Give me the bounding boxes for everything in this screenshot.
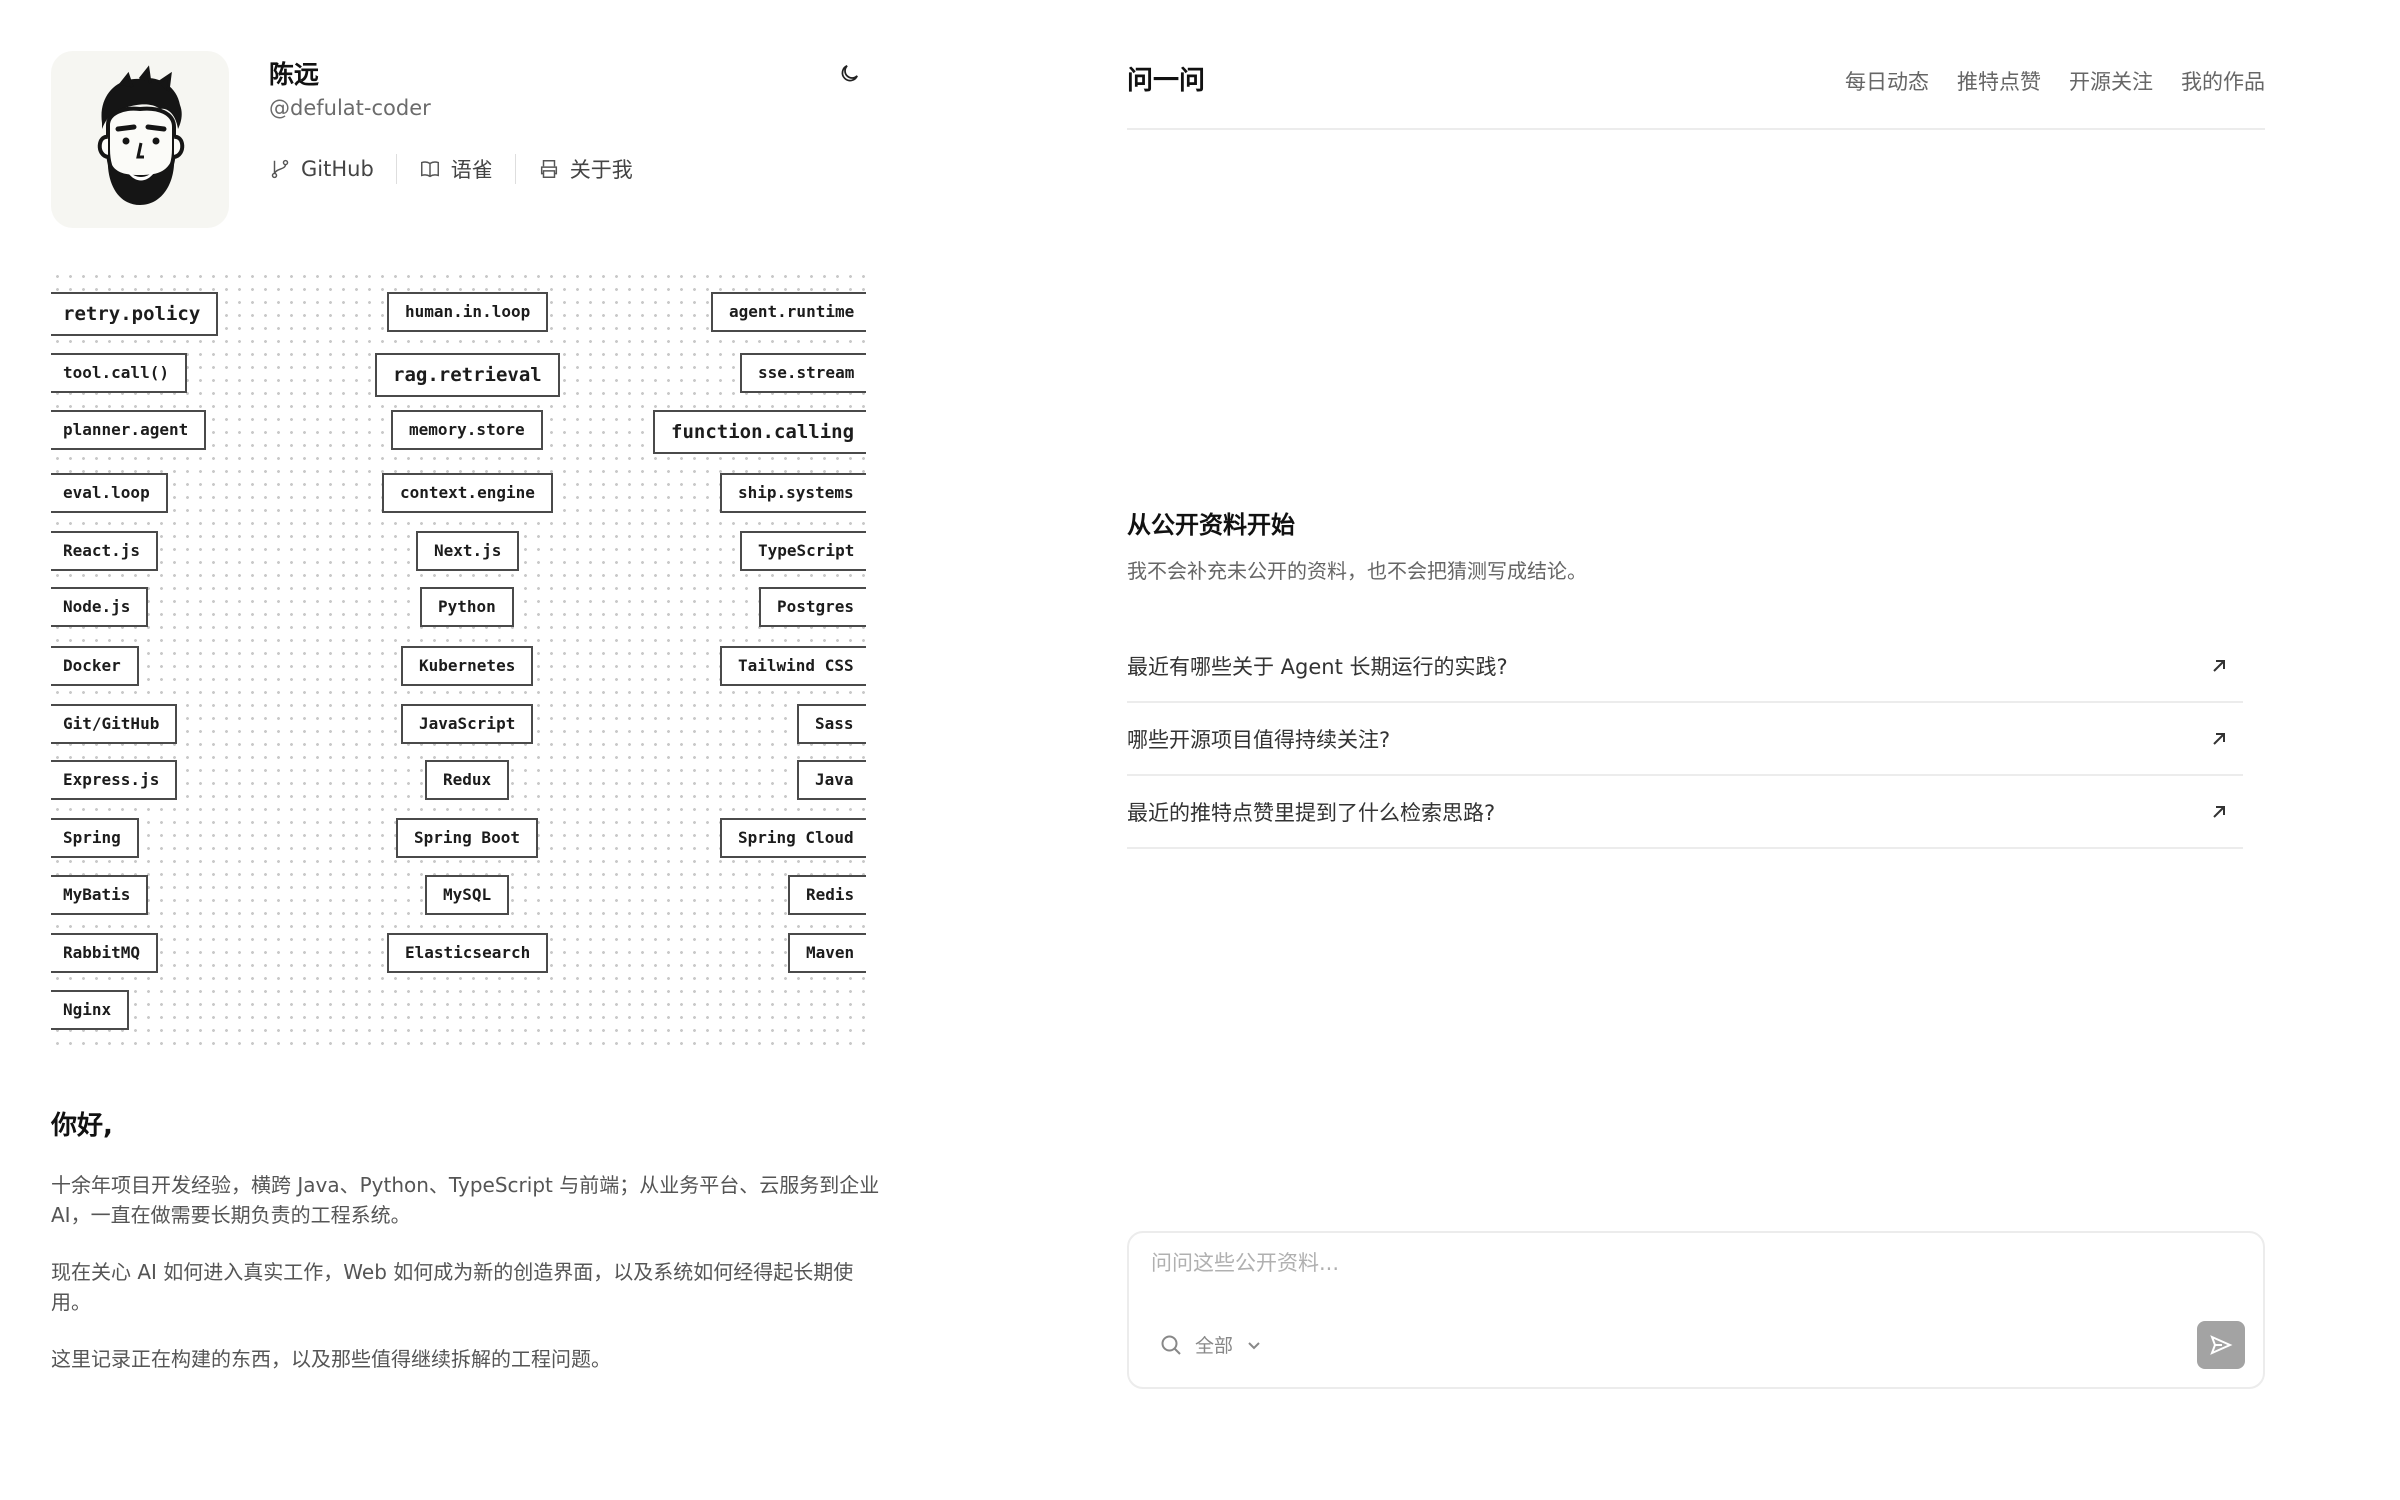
tech-tag: memory.store — [391, 410, 543, 450]
tech-tag: Docker — [51, 646, 139, 686]
tech-tag: Spring Cloud — [720, 818, 866, 858]
tech-tag: Elasticsearch — [387, 933, 549, 973]
tech-tag: Spring — [51, 818, 139, 858]
tech-tag: JavaScript — [401, 704, 534, 744]
tech-tag: Redux — [425, 760, 510, 800]
question-text: 最近的推特点赞里提到了什么检索思路? — [1127, 800, 1496, 825]
tech-tag: function.calling — [653, 410, 866, 454]
greeting: 你好, — [51, 1111, 113, 1141]
tech-tag: sse.stream — [740, 353, 866, 393]
tech-tag: Node.js — [51, 587, 149, 627]
avatar — [51, 51, 229, 228]
about-link-label: 关于我 — [569, 158, 633, 182]
question-text: 最近有哪些关于 Agent 长期运行的实践? — [1127, 654, 1508, 679]
tech-tag: Tailwind CSS — [720, 646, 866, 686]
profile-name: 陈远 — [269, 60, 320, 89]
link-divider — [514, 154, 516, 184]
tech-tag: rag.retrieval — [375, 353, 560, 397]
tech-tag: Git/GitHub — [51, 704, 178, 744]
tech-tag: Maven — [788, 933, 866, 973]
tech-tag: MySQL — [425, 875, 510, 915]
tech-tag: Sass — [797, 704, 866, 744]
page-title: 问一问 — [1127, 66, 1206, 96]
ask-input[interactable] — [1151, 1251, 2151, 1275]
tech-tag: Kubernetes — [401, 646, 534, 686]
profile-section: 陈远 @defulat-coder GitHub 语雀 关于我 — [51, 51, 871, 231]
tech-tag: Java — [797, 760, 866, 800]
tech-tag: tool.call() — [51, 353, 187, 393]
tech-tag: MyBatis — [51, 875, 149, 915]
tech-tag: retry.policy — [51, 292, 219, 336]
suggested-questions: 最近有哪些关于 Agent 长期运行的实践? 哪些开源项目值得持续关注? 最近的… — [1127, 630, 2243, 849]
ask-composer: 全部 — [1127, 1231, 2265, 1389]
about-link[interactable]: 关于我 — [538, 154, 633, 184]
scope-label: 全部 — [1195, 1335, 1234, 1357]
nav-daily[interactable]: 每日动态 — [1845, 66, 1929, 96]
send-button[interactable] — [2197, 1321, 2245, 1369]
profile-links: GitHub 语雀 关于我 — [269, 154, 633, 184]
nav-my-works[interactable]: 我的作品 — [2181, 66, 2265, 96]
scope-dropdown[interactable]: 全部 — [1159, 1331, 1263, 1358]
arrow-up-right-icon — [2209, 802, 2229, 822]
tech-tag: Spring Boot — [396, 818, 538, 858]
send-icon — [2210, 1335, 2233, 1355]
tech-tag-board: retry.policy human.in.loop agent.runtime to… — [51, 270, 866, 1054]
tech-tag: Python — [420, 587, 514, 627]
tech-tag: React.js — [51, 531, 159, 571]
question-text: 哪些开源项目值得持续关注? — [1127, 727, 1391, 752]
tech-tag: Express.js — [51, 760, 178, 800]
tech-tag: RabbitMQ — [51, 933, 159, 973]
nav-twitter-likes[interactable]: 推特点赞 — [1957, 66, 2041, 96]
tech-tag: Postgres — [759, 587, 866, 627]
avatar-face-icon — [97, 64, 185, 205]
profile-handle: @defulat-coder — [269, 96, 431, 120]
tech-tag: context.engine — [382, 473, 553, 513]
arrow-up-right-icon — [2209, 729, 2229, 749]
question-item[interactable]: 哪些开源项目值得持续关注? — [1127, 703, 2243, 776]
printer-icon — [540, 160, 557, 178]
nav-open-source[interactable]: 开源关注 — [2069, 66, 2153, 96]
intro-paragraph: 十余年项目开发经验，横跨 Java、Python、TypeScript 与前端；… — [51, 1173, 880, 1227]
tech-tag: ship.systems — [720, 473, 866, 513]
tech-tag: Redis — [788, 875, 866, 915]
yuque-link[interactable]: 语雀 — [419, 154, 493, 184]
tech-tag: eval.loop — [51, 473, 168, 513]
question-item[interactable]: 最近的推特点赞里提到了什么检索思路? — [1127, 776, 2243, 849]
profile-header: 陈远 @defulat-coder GitHub 语雀 关于我 — [51, 51, 871, 231]
github-link[interactable]: GitHub — [269, 157, 374, 181]
theme-toggle-button[interactable] — [833, 57, 865, 89]
chevron-down-icon — [1248, 1341, 1260, 1349]
search-icon — [1161, 1335, 1181, 1355]
question-item[interactable]: 最近有哪些关于 Agent 长期运行的实践? — [1127, 630, 2243, 703]
link-divider — [395, 154, 397, 184]
top-header: 问一问 每日动态 推特点赞 开源关注 我的作品 — [1127, 60, 2265, 130]
intro-paragraph: 这里记录正在构建的东西，以及那些值得继续拆解的工程问题。 — [51, 1347, 611, 1371]
tech-tag: Nginx — [51, 990, 130, 1030]
tech-tag: human.in.loop — [387, 292, 549, 332]
yuque-link-label: 语雀 — [450, 158, 493, 182]
section-title: 从公开资料开始 — [1127, 511, 1295, 539]
tech-tag: TypeScript — [740, 531, 866, 571]
tech-tag: Next.js — [416, 531, 520, 571]
book-icon — [420, 161, 439, 178]
moon-icon — [841, 64, 858, 81]
top-nav: 每日动态 推特点赞 开源关注 我的作品 — [1845, 66, 2265, 96]
git-branch-icon — [271, 159, 289, 179]
section-subtitle: 我不会补充未公开的资料，也不会把猜测写成结论。 — [1127, 559, 1587, 583]
intro-paragraph: 现在关心 AI 如何进入真实工作，Web 如何成为新的创造界面，以及系统如何经得… — [51, 1260, 854, 1314]
github-link-label: GitHub — [301, 157, 374, 181]
arrow-up-right-icon — [2209, 656, 2229, 676]
tech-tag: agent.runtime — [711, 292, 866, 332]
tech-tag: planner.agent — [51, 410, 207, 450]
ask-panel: 问一问 每日动态 推特点赞 开源关注 我的作品 从公开资料开始 我不会补充未公开… — [1127, 0, 2265, 1500]
